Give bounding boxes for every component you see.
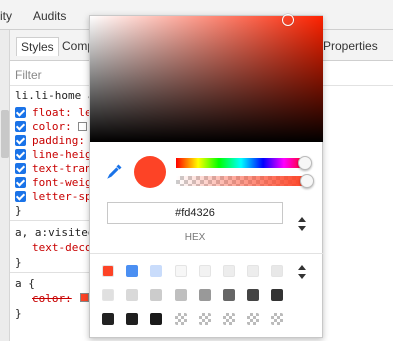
rule-selector[interactable]: a, a:visited [15,226,94,239]
palette-swatch[interactable] [223,289,235,301]
property-text[interactable]: letter-sp [32,190,92,203]
rule-close-brace: } [15,256,22,269]
eyedropper-icon[interactable] [106,162,124,180]
palette-swatch[interactable] [199,265,211,277]
palette-swatch[interactable] [199,313,211,325]
hue-slider-handle[interactable] [298,156,312,170]
palette-swatch[interactable] [175,289,187,301]
palette-swatch[interactable] [247,313,259,325]
tab-properties[interactable]: Properties [323,39,378,53]
filter-input[interactable]: Filter [15,68,42,82]
property-text[interactable]: text-deco [32,241,92,254]
palette-swatch[interactable] [150,289,162,301]
property-checkbox[interactable] [15,149,26,160]
color-picker: #fd4326 HEX [89,14,323,338]
hue-slider[interactable] [176,158,306,168]
property-text[interactable]: padding: [32,134,85,147]
palette-swatch[interactable] [126,265,138,277]
property-checkbox[interactable] [15,107,26,118]
palette-swatch[interactable] [102,289,114,301]
rule-divider [10,272,90,273]
down-arrow-icon [298,274,306,279]
palette-swatch[interactable] [150,265,162,277]
alpha-slider-handle[interactable] [300,174,314,188]
tab-security[interactable]: ity [0,9,12,23]
rule-close-brace: } [15,204,22,217]
palette-swatch[interactable] [126,289,138,301]
property-checkbox[interactable] [15,191,26,202]
property-checkbox[interactable] [15,121,26,132]
saturation-handle[interactable] [282,14,294,26]
property-text[interactable]: font-weig [32,176,92,189]
alpha-slider[interactable] [176,176,306,186]
color-swatch[interactable] [80,293,89,302]
property-checkbox[interactable] [15,177,26,188]
up-arrow-icon [298,265,306,270]
palette-swatch[interactable] [271,289,283,301]
property-text[interactable]: float: le [32,106,92,119]
property-checkbox[interactable] [15,135,26,146]
palette-swatch[interactable] [223,265,235,277]
hex-input[interactable]: #fd4326 [107,202,283,224]
palette-swatch[interactable] [102,313,114,325]
palette-swatch[interactable] [150,313,162,325]
format-label: HEX [184,232,206,243]
left-scroll-strip [0,30,10,341]
format-toggle-button[interactable] [295,216,309,234]
palette-swatch[interactable] [175,313,187,325]
current-color-preview [134,156,166,188]
palette-swatch[interactable] [102,265,114,277]
saturation-value-area[interactable] [90,14,323,142]
rule-selector[interactable]: li.li-home a [15,89,94,102]
palette-swatch[interactable] [175,265,187,277]
down-arrow-icon [298,226,306,231]
palette-swatch[interactable] [199,289,211,301]
palette-swatch[interactable] [247,265,259,277]
color-swatch[interactable] [78,122,88,131]
palette-swatch[interactable] [223,313,235,325]
property-checkbox[interactable] [15,163,26,174]
palette-switcher-button[interactable] [295,264,309,282]
rule-divider [10,220,90,221]
scrollbar-thumb[interactable] [1,110,9,158]
palette-swatch[interactable] [126,313,138,325]
rule-close-brace: } [15,307,22,320]
palette-swatch[interactable] [247,289,259,301]
tab-audits[interactable]: Audits [33,9,66,23]
tab-styles[interactable]: Styles [16,37,59,56]
palette-swatch[interactable] [271,313,283,325]
up-arrow-icon [298,217,306,222]
rule-selector[interactable]: a { [15,277,35,290]
property-text[interactable]: text-tran [32,162,92,175]
palette-swatch[interactable] [271,265,283,277]
property-text[interactable]: line-heig [32,148,92,161]
property-text[interactable]: color: [32,120,88,133]
property-text[interactable]: color: [32,292,72,305]
palette-divider [90,253,323,254]
